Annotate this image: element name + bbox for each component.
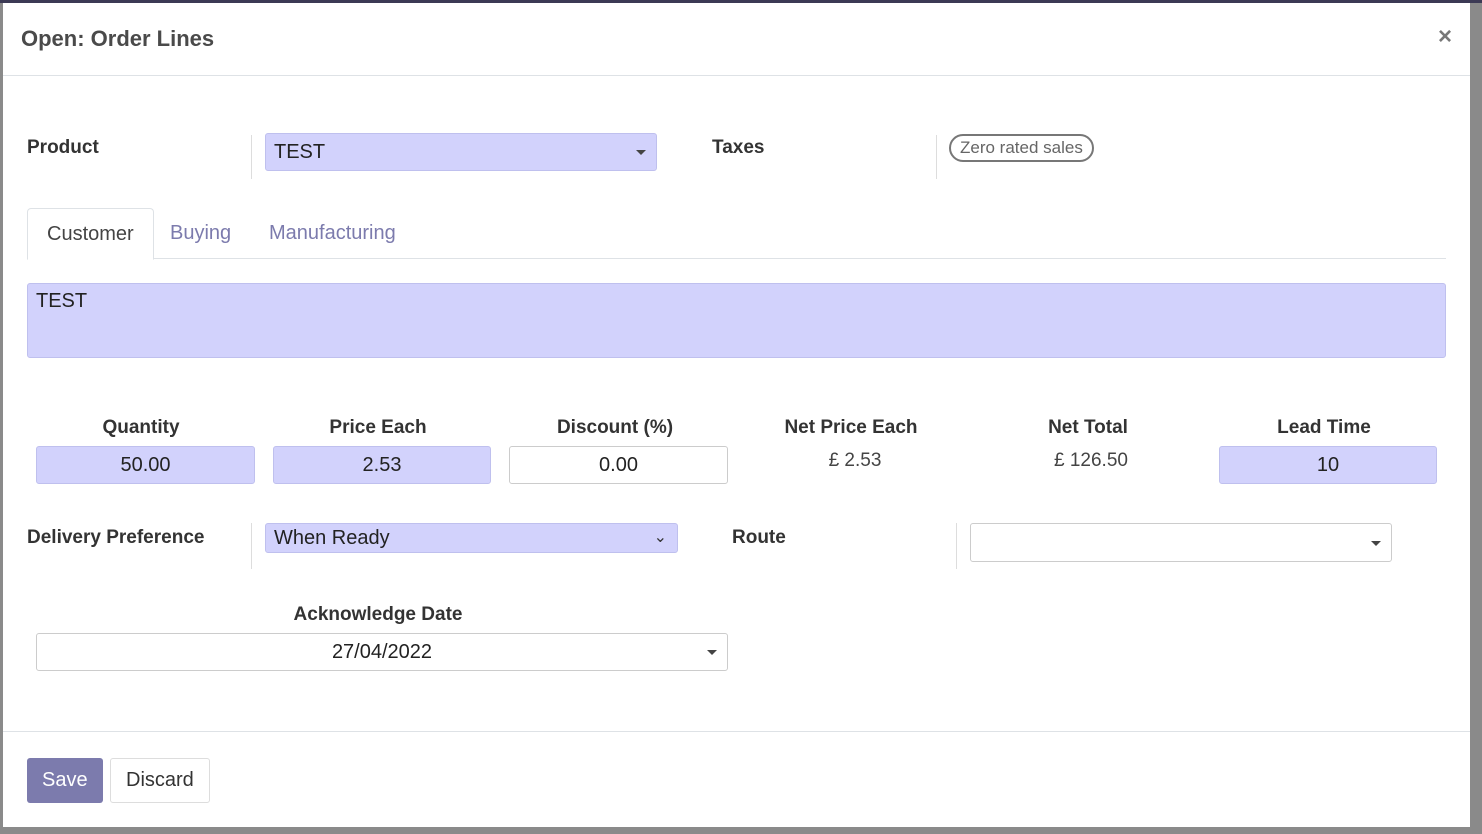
divider: [936, 135, 937, 179]
order-line-dialog: Open: Order Lines × Product TEST Taxes Z…: [3, 3, 1470, 827]
delivery-preference-label: Delivery Preference: [27, 527, 205, 548]
product-label: Product: [27, 137, 99, 158]
close-icon[interactable]: ×: [1438, 23, 1452, 51]
discount-input[interactable]: 0.00: [509, 446, 728, 484]
divider: [251, 523, 252, 569]
quantity-input[interactable]: 50.00: [36, 446, 255, 484]
quantity-label: Quantity: [102, 417, 180, 438]
taxes-label: Taxes: [712, 137, 765, 158]
acknowledge-date-input[interactable]: 27/04/2022: [36, 633, 728, 671]
lead-time-input[interactable]: 10: [1219, 446, 1437, 484]
tab-bar: Customer Buying Manufacturing: [27, 208, 1446, 260]
caret-down-icon: [707, 650, 717, 655]
acknowledge-date-value: 27/04/2022: [331, 640, 433, 663]
route-select[interactable]: [970, 523, 1392, 562]
tab-buying[interactable]: Buying: [151, 208, 250, 259]
acknowledge-date-label: Acknowledge Date: [293, 604, 463, 625]
discard-button[interactable]: Discard: [110, 758, 210, 803]
divider: [251, 135, 252, 179]
net-price-each-value: £ 2.53: [828, 450, 882, 471]
net-price-each-label: Net Price Each: [784, 417, 918, 438]
caret-down-icon: [1371, 540, 1381, 546]
divider: [956, 523, 957, 569]
description-textarea[interactable]: TEST: [27, 283, 1446, 358]
caret-down-icon: [636, 150, 646, 155]
dialog-title: Open: Order Lines: [21, 26, 215, 51]
save-button[interactable]: Save: [27, 758, 103, 803]
delivery-preference-select[interactable]: When Ready ⌄: [265, 523, 678, 553]
net-total-label: Net Total: [1048, 417, 1128, 438]
tax-tag[interactable]: Zero rated sales: [949, 134, 1094, 162]
delivery-preference-value: When Ready: [274, 526, 390, 549]
tab-manufacturing[interactable]: Manufacturing: [250, 208, 415, 259]
price-each-input[interactable]: 2.53: [273, 446, 491, 484]
net-total-value: £ 126.50: [1054, 450, 1128, 471]
product-value: TEST: [274, 140, 326, 163]
route-label: Route: [732, 527, 786, 548]
discount-label: Discount (%): [556, 417, 674, 438]
lead-time-label: Lead Time: [1277, 417, 1371, 438]
chevron-down-icon: ⌄: [653, 529, 667, 546]
product-select[interactable]: TEST: [265, 133, 657, 171]
price-each-label: Price Each: [329, 417, 427, 438]
dialog-footer: Save Discard: [3, 731, 1470, 827]
tab-customer[interactable]: Customer: [27, 208, 154, 260]
dialog-header: Open: Order Lines ×: [3, 3, 1470, 76]
